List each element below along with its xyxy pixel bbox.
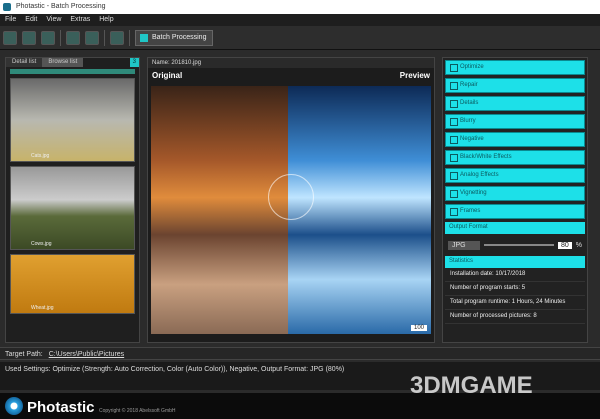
preview-panel: Name: 201810.jpg Original Preview 100 [147,57,435,343]
copyright: Copyright © 2018 Abelssoft GmbH [99,408,176,414]
preview-label: Preview [399,71,430,80]
percent-label: % [575,241,582,249]
target-path-link[interactable]: C:\Users\Public\Pictures [49,351,124,358]
window-title: Photastic - Batch Processing [16,3,106,10]
section-optimize[interactable]: Optimize [445,60,585,75]
thumbnail[interactable]: Cows.jpg [10,166,135,250]
tab-browse-list[interactable]: Browse list [42,58,84,67]
thumbnail-label: Cats.jpg [31,153,50,159]
divider [60,29,61,46]
photastic-logo-icon [5,397,23,415]
title-bar: Photastic - Batch Processing [0,0,600,14]
image-list-panel: Detail list Browse list 3 Cats.jpg Cows.… [5,57,140,343]
section-bw-effects[interactable]: Black/White Effects [445,150,585,165]
watermark: 3DMGAME [410,372,533,399]
thumbnail-label: Cows.jpg [31,241,52,247]
quality-input[interactable]: 80 [557,241,572,249]
section-negative[interactable]: Negative [445,132,585,147]
menu-help[interactable]: Help [99,16,113,24]
menu-edit[interactable]: Edit [25,16,37,24]
target-path-label: Target Path: [5,351,43,358]
section-analog-effects[interactable]: Analog Effects [445,168,585,183]
thumbnail[interactable]: Wheat.jpg [10,254,135,314]
add-image-icon[interactable] [3,30,17,45]
original-label: Original [152,71,183,80]
section-repair[interactable]: Repair [445,78,585,93]
divider [104,29,105,46]
zoom-level[interactable]: 100 [410,325,427,331]
comparison-image[interactable]: 100 [151,86,431,334]
statistics-header[interactable]: Statistics [445,256,585,268]
stat-install-date: Installation date: 10/17/2018 [445,268,585,282]
quality-slider[interactable] [484,244,554,246]
webcam-icon[interactable] [41,30,55,45]
thumbnail-size-slider[interactable] [10,69,135,74]
section-details[interactable]: Details [445,96,585,111]
original-image [151,86,288,334]
stat-processed: Number of processed pictures: 8 [445,310,585,324]
magnifier-circle[interactable] [268,174,314,220]
menu-extras[interactable]: Extras [70,16,90,24]
menu-view[interactable]: View [46,16,61,24]
format-select[interactable]: JPG [448,240,480,250]
thumbnail[interactable]: Cats.jpg [10,78,135,162]
menu-file[interactable]: File [5,16,16,24]
batch-processing-button[interactable]: Batch Processing [135,29,214,46]
tab-detail-list[interactable]: Detail list [6,58,43,67]
settings-panel: Optimize Repair Details Blurry Negative … [442,57,588,343]
count-badge: 3 [129,58,139,67]
section-frames[interactable]: Frames [445,204,585,219]
delete-icon[interactable] [66,30,80,45]
section-vignetting[interactable]: Vignetting [445,186,585,201]
file-name: Name: 201810.jpg [148,58,434,68]
stat-runtime: Total program runtime: 1 Hours, 24 Minut… [445,296,585,310]
print-icon[interactable] [85,30,99,45]
toolbar: Batch Processing [0,26,600,50]
fullscreen-icon[interactable] [110,30,124,45]
open-folder-icon[interactable] [22,30,36,45]
divider [129,29,130,46]
app-icon [3,3,11,11]
brand-name: Photastic [27,399,95,416]
thumbnail-label: Wheat.jpg [31,305,54,311]
output-format-header[interactable]: Output Format [445,222,585,234]
menu-bar: File Edit View Extras Help [0,14,600,26]
target-path-row: Target Path: C:\Users\Public\Pictures [0,347,600,360]
stat-program-starts: Number of program starts: 5 [445,282,585,296]
section-blurry[interactable]: Blurry [445,114,585,129]
